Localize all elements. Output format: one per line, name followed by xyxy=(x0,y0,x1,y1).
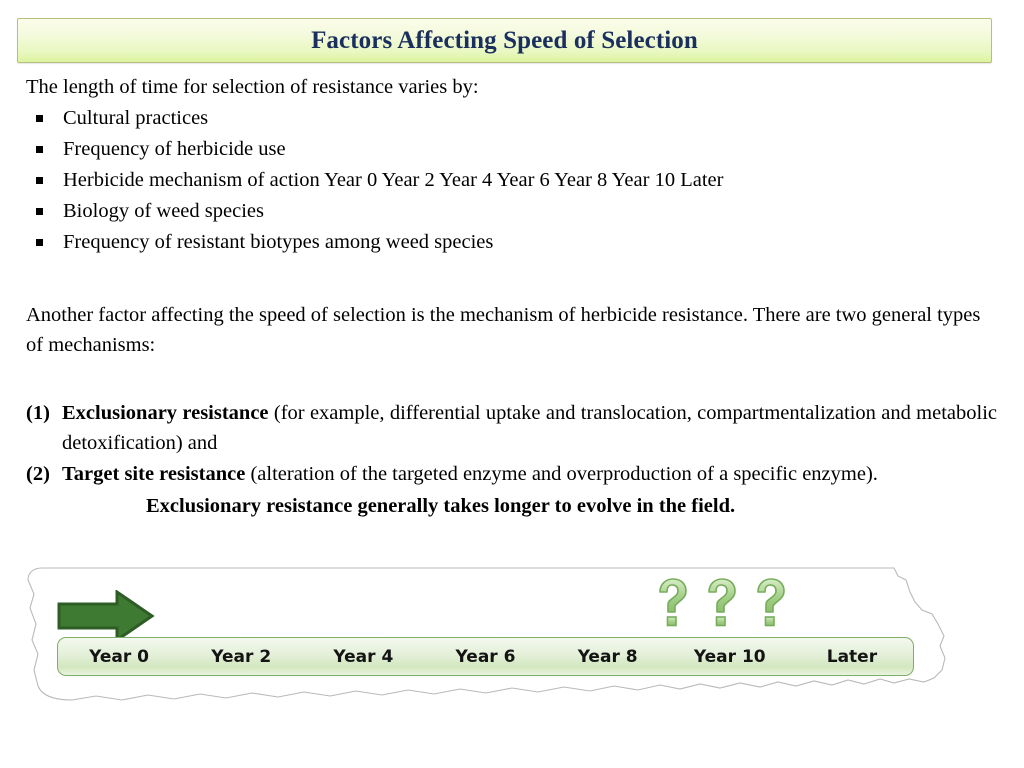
square-bullet-icon xyxy=(36,239,43,246)
list-item-label: Frequency of resistant biotypes among we… xyxy=(63,231,494,253)
slide-content: The length of time for selection of resi… xyxy=(26,72,998,521)
list-item-term: Target site resistance xyxy=(62,463,246,485)
list-item: Frequency of resistant biotypes among we… xyxy=(26,227,998,258)
timeline-label-year-6: Year 6 xyxy=(455,646,516,667)
factors-bullet-list: Cultural practices Frequency of herbicid… xyxy=(26,103,998,258)
page-title: Factors Affecting Speed of Selection xyxy=(311,26,698,54)
list-item: Herbicide mechanism of action Year 0 Yea… xyxy=(26,165,998,196)
list-item-detail: (alteration of the targeted enzyme and o… xyxy=(245,463,878,485)
list-item: (2) Target site resistance (alteration o… xyxy=(26,459,997,489)
question-mark-icon xyxy=(659,578,687,627)
square-bullet-icon xyxy=(36,208,43,215)
timeline-label-year-0: Year 0 xyxy=(89,646,150,667)
list-item-label: Frequency of herbicide use xyxy=(63,138,286,160)
question-mark-icon xyxy=(708,578,736,627)
torn-paper-outline xyxy=(27,567,946,701)
list-item: Frequency of herbicide use xyxy=(26,134,998,165)
list-item-label: Herbicide mechanism of action Year 0 Yea… xyxy=(63,169,724,191)
slide-title-banner: Factors Affecting Speed of Selection xyxy=(17,18,992,63)
question-mark-icon xyxy=(757,578,785,627)
timeline-label-year-4: Year 4 xyxy=(333,646,394,667)
green-right-arrow-icon xyxy=(57,590,155,642)
question-marks-group xyxy=(654,578,788,630)
list-item-number: (1) xyxy=(26,402,50,424)
list-item-label: Biology of weed species xyxy=(63,200,264,222)
timeline-label-later: Later xyxy=(826,646,878,667)
timeline-label-year-2: Year 2 xyxy=(211,646,272,667)
timeline-bar: Year 0 Year 2 Year 4 Year 6 Year 8 Year … xyxy=(57,637,914,676)
square-bullet-icon xyxy=(36,146,43,153)
mechanism-types-list: (1) Exclusionary resistance (for example… xyxy=(26,398,998,489)
timeline-diagram: Year 0 Year 2 Year 4 Year 6 Year 8 Year … xyxy=(14,566,964,706)
lead-sentence: The length of time for selection of resi… xyxy=(26,76,479,98)
list-item: Biology of weed species xyxy=(26,196,998,227)
list-item-term: Exclusionary resistance xyxy=(62,402,269,424)
list-item-label: Cultural practices xyxy=(63,107,209,129)
mechanisms-paragraph: Another factor affecting the speed of se… xyxy=(26,304,981,356)
list-item: Cultural practices xyxy=(26,103,998,134)
list-item: (1) Exclusionary resistance (for example… xyxy=(26,398,997,458)
square-bullet-icon xyxy=(36,177,43,184)
square-bullet-icon xyxy=(36,115,43,122)
list-item-number: (2) xyxy=(26,463,50,485)
timeline-label-year-10: Year 10 xyxy=(693,646,766,667)
timeline-label-year-8: Year 8 xyxy=(577,646,638,667)
closing-statement: Exclusionary resistance generally takes … xyxy=(146,495,736,517)
